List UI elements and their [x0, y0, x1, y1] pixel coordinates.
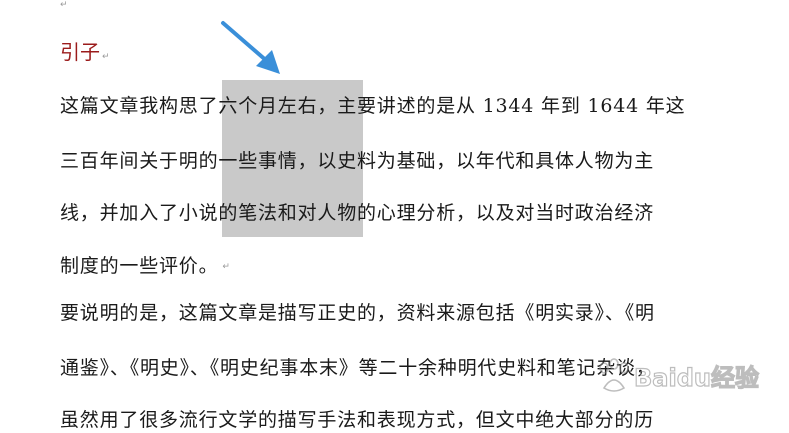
- heading-title: 引子 ↵: [60, 38, 110, 71]
- text-line[interactable]: 要说明的是，这篇文章是描写正史的，资料来源包括《明实录》、《明: [60, 298, 655, 328]
- heading-text: 引子: [60, 40, 100, 64]
- document-page[interactable]: ↵ 引子 ↵ 这篇文章我构思了六个月左右，主要讲述的是从 1344 年到 1644…: [0, 0, 789, 433]
- arrow-pointer-icon: [221, 21, 280, 74]
- paragraph-mark: ↵: [222, 262, 231, 272]
- text-line[interactable]: 制度的一些评价。 ↵: [60, 251, 231, 281]
- text-line[interactable]: 通鉴》、《明史》、《明史纪事本末》等二十余种明代史料和笔记杂谈，: [60, 353, 656, 383]
- text-line[interactable]: 这篇文章我构思了六个月左右，主要讲述的是从 1344 年到 1644 年这: [60, 91, 685, 121]
- paragraph-mark: ↵: [60, 0, 68, 10]
- text-line[interactable]: 虽然用了很多流行文学的描写手法和表现方式，但文中绝大部分的历: [60, 405, 654, 433]
- text-line[interactable]: 三百年间关于明的一些事情，以史料为基础，以年代和具体人物为主: [60, 146, 654, 176]
- text-line[interactable]: 线，并加入了小说的笔法和对人物的心理分析，以及对当时政治经济: [60, 198, 654, 228]
- text-line-content: 制度的一些评价。: [60, 255, 219, 277]
- paragraph-mark: ↵: [102, 52, 110, 62]
